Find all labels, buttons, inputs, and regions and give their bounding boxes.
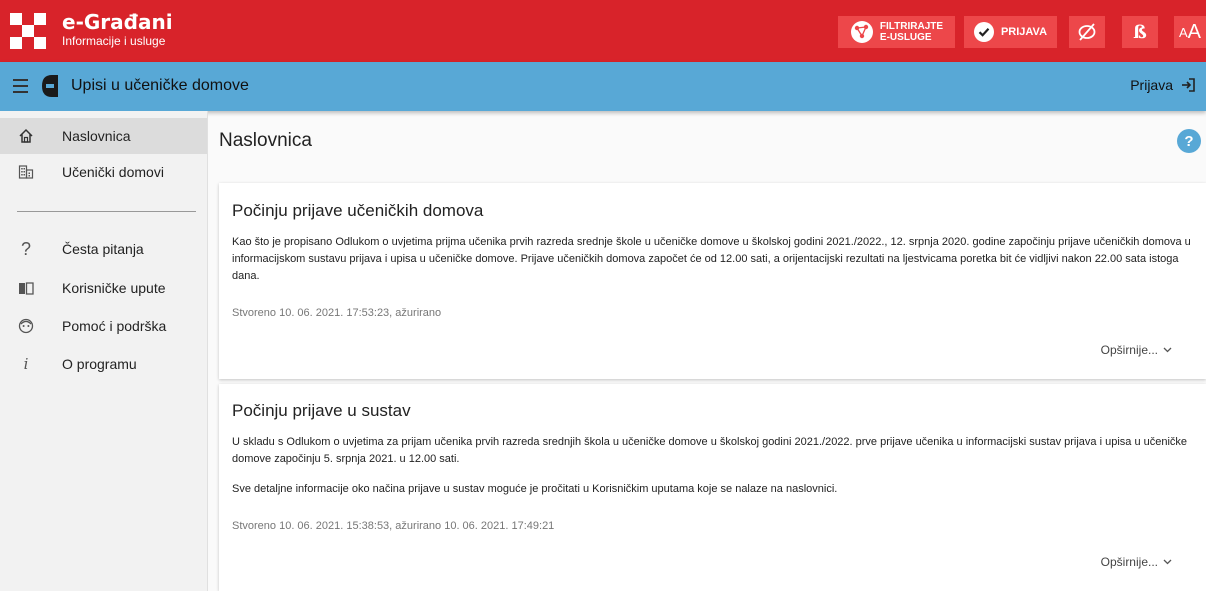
sidebar-item-korisnicke-upute[interactable]: Korisničke upute	[0, 270, 207, 306]
sidebar-item-naslovnica[interactable]: Naslovnica	[0, 118, 207, 154]
sidebar-item-label: Korisničke upute	[62, 280, 166, 296]
sidebar-item-label: Učenički domovi	[62, 164, 164, 180]
app-bar: Upisi u učeničke domove Prijava	[0, 62, 1206, 111]
home-icon	[18, 128, 34, 144]
news-card: Počinju prijave u sustav U skladu s Odlu…	[219, 384, 1206, 591]
question-icon: ?	[20, 238, 31, 259]
news-body: U skladu s Odlukom o uvjetima za prijam …	[232, 436, 1188, 465]
app-logo-icon	[42, 75, 58, 97]
font-size-large-label: A	[1187, 20, 1201, 43]
check-circle-icon	[973, 22, 994, 42]
croatia-checker-logo-icon[interactable]	[10, 13, 46, 49]
building-icon	[18, 164, 34, 180]
chevron-down-icon	[1163, 559, 1172, 565]
read-more-label: Opširnije...	[1100, 555, 1158, 569]
sidebar-divider	[17, 211, 196, 212]
chevron-down-icon	[1163, 347, 1172, 353]
font-size-small-label: A	[1178, 24, 1188, 40]
hamburger-menu-icon[interactable]	[13, 79, 28, 93]
app-title: Upisi u učeničke domove	[71, 77, 249, 94]
network-globe-icon	[850, 21, 873, 43]
news-meta: Stvoreno 10. 06. 2021. 17:53:23, ažurira…	[232, 307, 442, 319]
news-card: Počinju prijave učeničkih domova Kao što…	[219, 183, 1206, 379]
news-body: Sve detaljne informacije oko načina prij…	[232, 483, 838, 495]
read-more-link[interactable]: Opširnije...	[1101, 343, 1172, 357]
hide-images-button[interactable]	[1069, 16, 1105, 48]
sidebar-item-label: Česta pitanja	[62, 241, 144, 257]
book-icon	[18, 280, 34, 296]
sidebar-item-ucenicki-domovi[interactable]: Učenički domovi	[0, 154, 207, 190]
read-more-link[interactable]: Opširnije...	[1101, 555, 1172, 569]
news-body: Kao što je propisano Odlukom o uvjetima …	[232, 236, 1191, 282]
page-title: Naslovnica	[219, 130, 312, 151]
news-title: Počinju prijave u sustav	[232, 401, 411, 420]
support-icon	[18, 318, 34, 334]
sidebar-item-label: Pomoć i podrška	[62, 318, 167, 334]
eye-off-icon	[1078, 23, 1096, 41]
news-title: Počinju prijave učeničkih domova	[232, 201, 484, 220]
dyslexia-font-button[interactable]: ß	[1122, 16, 1158, 48]
info-icon: i	[23, 355, 29, 373]
brand-title: e-Građani	[62, 10, 173, 34]
login-button[interactable]: PRIJAVA	[964, 16, 1057, 48]
brand-subtitle: Informacije i usluge	[62, 34, 166, 48]
sidebar-item-label: Naslovnica	[62, 128, 131, 144]
dyslexia-font-label: ß	[1133, 21, 1147, 43]
sidebar-item-cesta-pitanja[interactable]: ? Česta pitanja	[0, 231, 207, 267]
news-meta: Stvoreno 10. 06. 2021. 15:38:53, ažurira…	[232, 520, 555, 532]
filter-label-line1: FILTRIRAJTE	[879, 21, 944, 32]
filter-eservices-button[interactable]: FILTRIRAJTE E-USLUGE	[838, 16, 955, 48]
sidebar-item-o-programu[interactable]: i O programu	[0, 346, 207, 382]
sidebar-item-pomoc-i-podrska[interactable]: Pomoć i podrška	[0, 308, 207, 344]
sidebar: Naslovnica Učenički domovi ? Česta pitan…	[0, 111, 208, 591]
login-button-label: PRIJAVA	[1000, 26, 1048, 38]
read-more-label: Opširnije...	[1100, 343, 1158, 357]
brand[interactable]: e-Građani Informacije i usluge	[62, 11, 173, 49]
login-icon	[1182, 78, 1195, 92]
help-button[interactable]: ?	[1177, 129, 1201, 153]
login-link[interactable]: Prijava	[1130, 77, 1196, 93]
font-size-button[interactable]: AA	[1174, 16, 1206, 48]
filter-eservices-label: FILTRIRAJTE E-USLUGE	[880, 21, 943, 43]
help-question-icon: ?	[1184, 132, 1194, 150]
login-link-label: Prijava	[1130, 77, 1173, 93]
top-header: e-Građani Informacije i usluge FILTRIRAJ…	[0, 0, 1206, 62]
sidebar-item-label: O programu	[62, 356, 137, 372]
filter-label-line2: E-USLUGE	[879, 32, 932, 43]
